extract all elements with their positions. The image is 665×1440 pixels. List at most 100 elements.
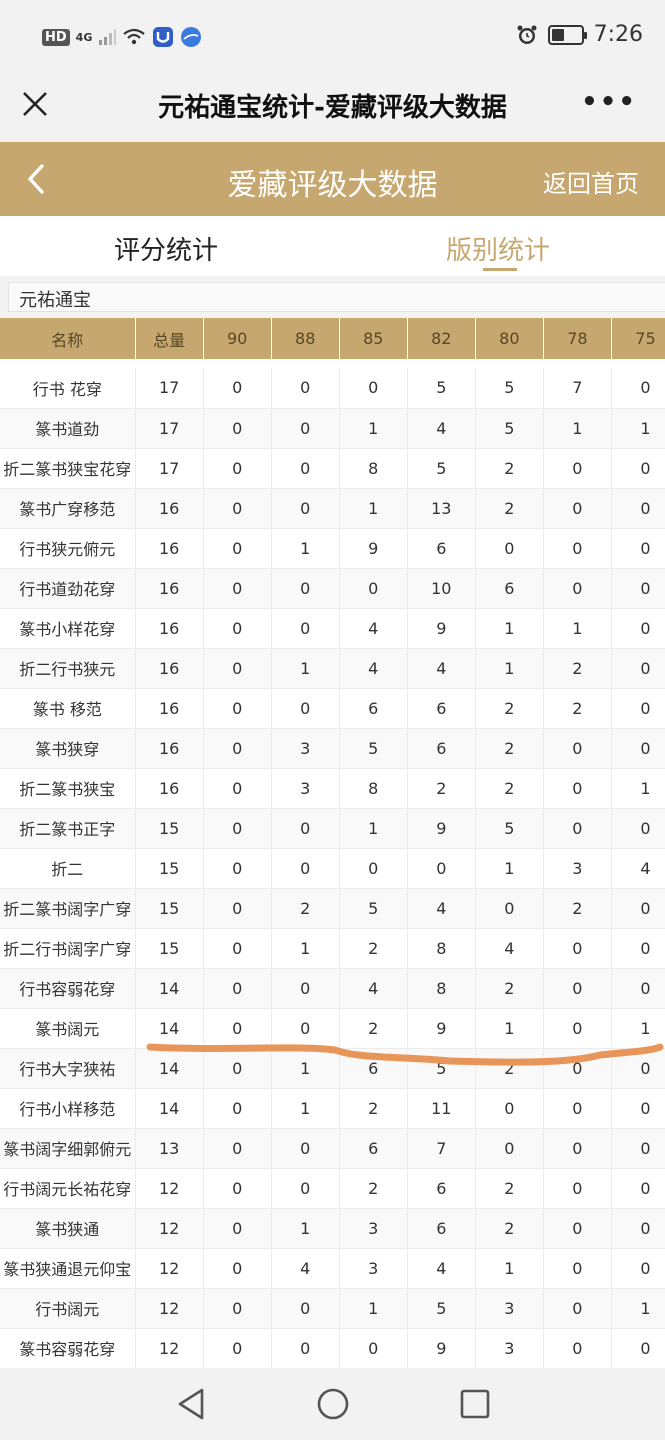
cell-count: 1 [271,528,340,569]
header-grade-75[interactable]: 75 [611,318,665,359]
cell-total: 15 [135,848,204,889]
cell-count: 0 [203,1248,272,1289]
cell-count: 0 [339,368,408,409]
stats-table-container[interactable]: 名称 总量 90 88 85 82 80 78 75 行书 花穿 17 0 0 0 5 5 7 0 篆书道劲 17 0… [0,318,665,1368]
cell-count: 0 [611,368,665,409]
cell-name: 行书小样移范 [0,1088,136,1129]
cell-count: 1 [475,608,544,649]
cell-count: 0 [271,488,340,529]
header-grade-82[interactable]: 82 [407,318,476,359]
home-link[interactable]: 返回首页 [543,164,639,199]
app-header: 爱藏评级大数据 返回首页 [0,142,665,216]
cell-count: 0 [543,1088,612,1129]
cell-name: 篆书狭穿 [0,728,136,769]
cell-count: 0 [203,768,272,809]
cell-count: 0 [271,1288,340,1329]
tab-score-stats[interactable]: 评分统计 [114,230,218,267]
cell-count: 0 [611,688,665,729]
status-right: 7:26 [516,22,643,47]
cell-total: 12 [135,1288,204,1329]
cell-count: 0 [271,1328,340,1368]
cell-count: 0 [475,888,544,929]
cell-count: 8 [339,768,408,809]
wifi-icon [123,28,146,45]
cell-count: 6 [339,688,408,729]
cell-count: 0 [611,888,665,929]
cell-count: 0 [203,528,272,569]
cell-count: 2 [475,1208,544,1249]
cell-name: 篆书广穿移范 [0,488,136,529]
cell-total: 13 [135,1128,204,1169]
cell-count: 0 [611,1248,665,1289]
cell-name: 篆书容弱花穿 [0,1328,136,1368]
cell-count: 3 [339,1208,408,1249]
active-tab-indicator [483,268,517,271]
cell-count: 6 [407,688,476,729]
table-row: 篆书广穿移范 16 0 0 1 13 2 0 0 [0,488,665,529]
cell-count: 6 [339,1128,408,1169]
cell-count: 0 [203,728,272,769]
cell-count: 0 [203,1048,272,1089]
cell-count: 0 [611,928,665,969]
cell-total: 16 [135,728,204,769]
cell-count: 0 [203,368,272,409]
cell-count: 0 [611,648,665,689]
cell-count: 3 [475,1288,544,1329]
cell-count: 1 [475,1008,544,1049]
cell-count: 0 [203,608,272,649]
cell-count: 9 [339,528,408,569]
cell-count: 0 [203,1128,272,1169]
cell-count: 0 [203,848,272,889]
header-total[interactable]: 总量 [135,318,204,359]
cell-count: 1 [611,408,665,449]
header-grade-90[interactable]: 90 [203,318,272,359]
cell-count: 0 [271,968,340,1009]
header-grade-80[interactable]: 80 [475,318,544,359]
cell-count: 1 [475,648,544,689]
cell-count: 1 [339,808,408,849]
table-row: 篆书阔字细郭俯元 13 0 0 6 7 0 0 0 [0,1128,665,1169]
status-bar: HD 4G 7:26 [0,0,665,75]
more-menu-icon[interactable]: ••• [581,87,637,117]
cell-count: 0 [271,368,340,409]
cell-count: 0 [339,1328,408,1368]
cell-name: 篆书狭通退元仰宝 [0,1248,136,1289]
cell-count: 0 [611,1128,665,1169]
table-row: 篆书狭通退元仰宝 12 0 4 3 4 1 0 0 [0,1248,665,1289]
coin-label-bar: 元祐通宝 [0,276,665,318]
table-row: 折二行书狭元 16 0 1 4 4 1 2 0 [0,648,665,689]
cell-count: 0 [339,848,408,889]
cell-count: 0 [543,768,612,809]
app-shield-icon [153,27,174,47]
cell-total: 16 [135,608,204,649]
cell-count: 7 [543,368,612,409]
header-name[interactable]: 名称 [0,318,136,359]
cell-count: 0 [611,1048,665,1089]
table-row: 行书狭元俯元 16 0 1 9 6 0 0 0 [0,528,665,569]
nav-back-icon[interactable] [174,1386,208,1422]
header-grade-78[interactable]: 78 [543,318,612,359]
header-grade-85[interactable]: 85 [339,318,408,359]
cell-count: 5 [475,408,544,449]
cell-count: 0 [475,1088,544,1129]
cell-count: 5 [407,368,476,409]
cell-count: 0 [611,1208,665,1249]
cell-name: 折二篆书阔字广穿 [0,888,136,929]
cell-count: 2 [475,688,544,729]
nav-home-icon[interactable] [316,1386,350,1422]
nav-recents-icon[interactable] [458,1386,492,1422]
cell-total: 16 [135,568,204,609]
cell-name: 篆书 移范 [0,688,136,729]
cell-count: 4 [611,848,665,889]
app-globe-icon [181,27,202,47]
cell-count: 2 [271,888,340,929]
system-nav-bar [0,1368,665,1440]
cell-count: 0 [203,1288,272,1329]
header-grade-88[interactable]: 88 [271,318,340,359]
cell-count: 0 [271,1128,340,1169]
cell-count: 0 [611,448,665,489]
tab-edition-stats[interactable]: 版别统计 [446,230,550,267]
cell-name: 折二行书狭元 [0,648,136,689]
cell-count: 0 [543,1128,612,1169]
cell-count: 1 [543,408,612,449]
